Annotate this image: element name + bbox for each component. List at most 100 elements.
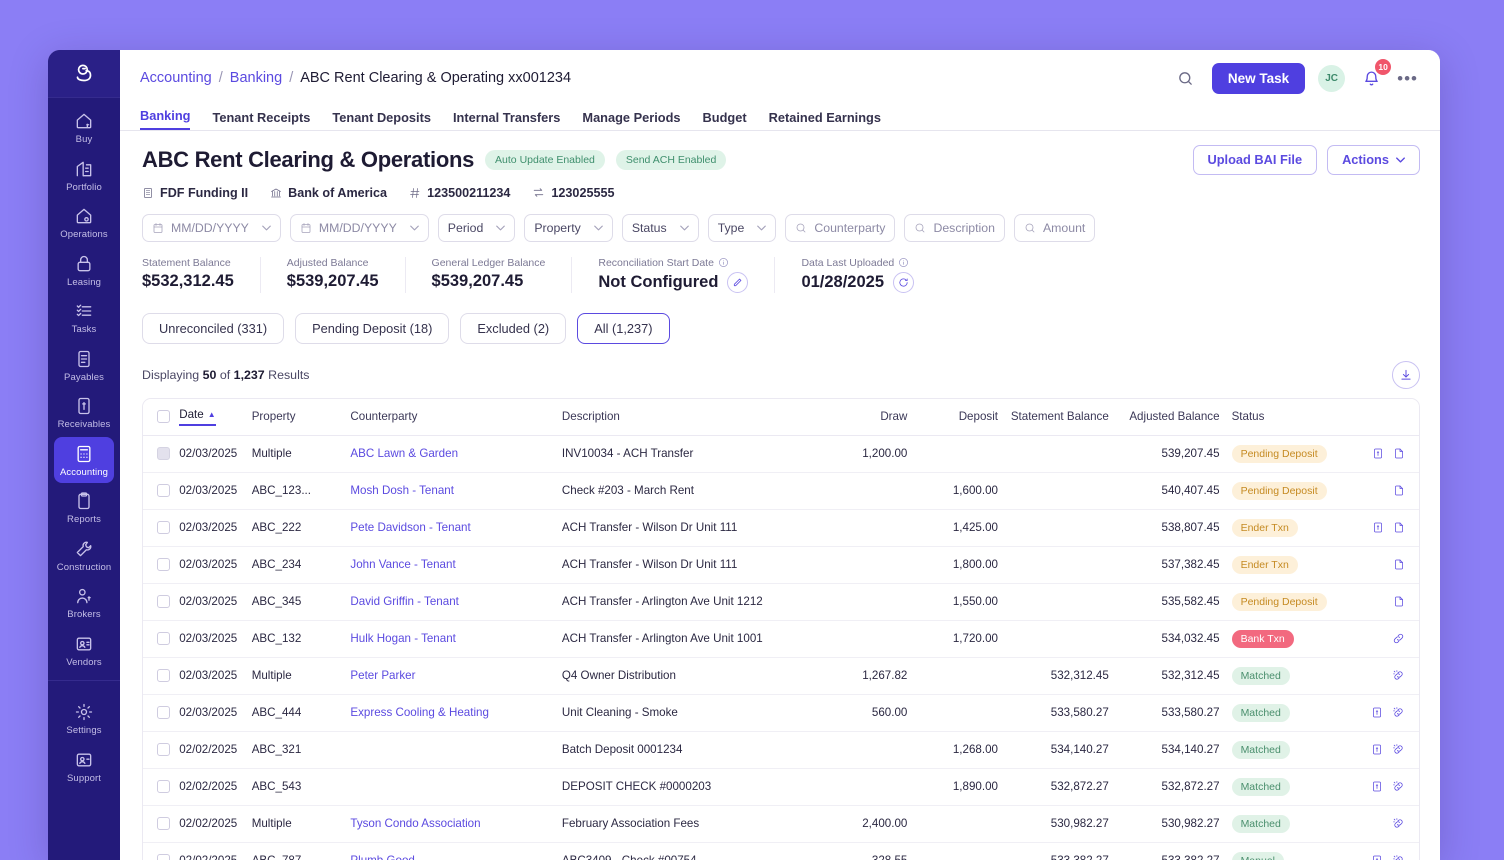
unlink-icon[interactable] (1392, 854, 1405, 860)
type-filter[interactable]: Type (708, 214, 777, 242)
amount-filter[interactable]: Amount (1014, 214, 1095, 242)
tab-tenant-receipts[interactable]: Tenant Receipts (212, 110, 310, 130)
bell-icon[interactable]: 10 (1358, 65, 1384, 91)
file-icon[interactable] (1393, 595, 1405, 608)
table-row[interactable]: 02/03/2025ABC_345David Griffin - TenantA… (143, 583, 1419, 620)
unlink-icon[interactable] (1392, 706, 1405, 719)
breadcrumb-item-1[interactable]: Banking (230, 70, 282, 86)
cell-counterparty[interactable]: Express Cooling & Heating (344, 694, 555, 731)
sidebar-item-accounting[interactable]: Accounting (54, 437, 114, 484)
row-checkbox[interactable] (157, 743, 170, 756)
column-status[interactable]: Status (1226, 399, 1349, 436)
sidebar-item-support[interactable]: Support (54, 743, 114, 790)
row-checkbox[interactable] (157, 669, 170, 682)
search-icon[interactable] (1173, 65, 1199, 91)
doc-dollar-icon[interactable] (1371, 780, 1383, 793)
cell-counterparty[interactable]: Plumb Good (344, 842, 555, 860)
cell-counterparty[interactable]: Mosh Dosh - Tenant (344, 472, 555, 509)
sidebar-item-buy[interactable]: Buy (54, 104, 114, 151)
property-filter[interactable]: Property (524, 214, 612, 242)
file-icon[interactable] (1393, 558, 1405, 571)
table-row[interactable]: 02/03/2025ABC_444Express Cooling & Heati… (143, 694, 1419, 731)
row-checkbox[interactable] (157, 558, 170, 571)
column-draw[interactable]: Draw (823, 399, 914, 436)
actions-button[interactable]: Actions (1327, 145, 1420, 175)
refresh-icon[interactable] (893, 272, 914, 293)
download-icon[interactable] (1392, 361, 1420, 389)
tab-budget[interactable]: Budget (703, 110, 747, 130)
tab-tenant-deposits[interactable]: Tenant Deposits (332, 110, 431, 130)
table-row[interactable]: 02/03/2025ABC_222Pete Davidson - TenantA… (143, 509, 1419, 546)
tab-banking[interactable]: Banking (140, 108, 190, 130)
table-row[interactable]: 02/03/2025MultiplePeter ParkerQ4 Owner D… (143, 657, 1419, 694)
unlink-icon[interactable] (1392, 743, 1405, 756)
file-icon[interactable] (1393, 484, 1405, 497)
file-icon[interactable] (1393, 521, 1405, 534)
sidebar-item-brokers[interactable]: Brokers (54, 579, 114, 626)
more-horizontal-icon[interactable]: ••• (1397, 70, 1418, 87)
app-logo[interactable] (48, 50, 120, 98)
select-all-checkbox[interactable] (157, 410, 170, 423)
row-checkbox[interactable] (157, 706, 170, 719)
avatar[interactable]: JC (1318, 65, 1345, 92)
edit-icon[interactable] (727, 272, 748, 293)
cell-counterparty[interactable]: Tyson Condo Association (344, 805, 555, 842)
date-from-filter[interactable]: MM/DD/YYYY (142, 214, 281, 242)
table-row[interactable]: 02/02/2025ABC_321Batch Deposit 00012341,… (143, 731, 1419, 768)
table-row[interactable]: 02/02/2025MultipleTyson Condo Associatio… (143, 805, 1419, 842)
unlink-icon[interactable] (1392, 780, 1405, 793)
status-tab-3[interactable]: All (1,237) (577, 313, 669, 344)
unlink-icon[interactable] (1392, 817, 1405, 830)
table-row[interactable]: 02/03/2025ABC_123...Mosh Dosh - TenantCh… (143, 472, 1419, 509)
column-statement-balance[interactable]: Statement Balance (1004, 399, 1115, 436)
sidebar-item-leasing[interactable]: Leasing (54, 247, 114, 294)
status-tab-0[interactable]: Unreconciled (331) (142, 313, 284, 344)
cell-counterparty[interactable]: John Vance - Tenant (344, 546, 555, 583)
table-row[interactable]: 02/02/2025ABC_787Plumb GoodABC3409 - Che… (143, 842, 1419, 860)
cell-counterparty[interactable]: David Griffin - Tenant (344, 583, 555, 620)
doc-dollar-icon[interactable] (1371, 743, 1383, 756)
sidebar-item-vendors[interactable]: Vendors (54, 627, 114, 674)
cell-counterparty[interactable]: Peter Parker (344, 657, 555, 694)
doc-dollar-icon[interactable] (1372, 447, 1384, 460)
date-to-filter[interactable]: MM/DD/YYYY (290, 214, 429, 242)
row-checkbox[interactable] (157, 595, 170, 608)
cell-counterparty[interactable]: Pete Davidson - Tenant (344, 509, 555, 546)
counterparty-filter[interactable]: Counterparty (785, 214, 895, 242)
sidebar-item-portfolio[interactable]: Portfolio (54, 152, 114, 199)
sidebar-item-operations[interactable]: Operations (54, 199, 114, 246)
doc-dollar-icon[interactable] (1371, 706, 1383, 719)
column-adjusted-balance[interactable]: Adjusted Balance (1115, 399, 1226, 436)
column-description[interactable]: Description (556, 399, 823, 436)
row-checkbox[interactable] (157, 780, 170, 793)
sidebar-item-tasks[interactable]: Tasks (54, 294, 114, 341)
cell-counterparty[interactable]: ABC Lawn & Garden (344, 435, 555, 472)
breadcrumb-item-0[interactable]: Accounting (140, 70, 212, 86)
row-checkbox[interactable] (157, 854, 170, 860)
table-row[interactable]: 02/03/2025ABC_132Hulk Hogan - TenantACH … (143, 620, 1419, 657)
info-icon[interactable] (718, 257, 729, 268)
link-icon[interactable] (1392, 632, 1405, 645)
file-icon[interactable] (1393, 447, 1405, 460)
unlink-icon[interactable] (1392, 669, 1405, 682)
row-checkbox[interactable] (157, 447, 170, 460)
table-row[interactable]: 02/03/2025MultipleABC Lawn & GardenINV10… (143, 435, 1419, 472)
info-icon[interactable] (898, 257, 909, 268)
column-counterparty[interactable]: Counterparty (344, 399, 555, 436)
tab-internal-transfers[interactable]: Internal Transfers (453, 110, 560, 130)
doc-dollar-icon[interactable] (1371, 854, 1383, 860)
sidebar-item-construction[interactable]: Construction (54, 532, 114, 579)
tab-retained-earnings[interactable]: Retained Earnings (769, 110, 881, 130)
upload-bai-file-button[interactable]: Upload BAI File (1193, 145, 1318, 175)
row-checkbox[interactable] (157, 484, 170, 497)
description-filter[interactable]: Description (904, 214, 1005, 242)
column-property[interactable]: Property (246, 399, 345, 436)
tab-manage-periods[interactable]: Manage Periods (582, 110, 680, 130)
status-filter[interactable]: Status (622, 214, 699, 242)
new-task-button[interactable]: New Task (1212, 63, 1305, 94)
table-row[interactable]: 02/02/2025ABC_543DEPOSIT CHECK #00002031… (143, 768, 1419, 805)
sidebar-item-payables[interactable]: Payables (54, 342, 114, 389)
column-deposit[interactable]: Deposit (913, 399, 1004, 436)
period-filter[interactable]: Period (438, 214, 516, 242)
status-tab-1[interactable]: Pending Deposit (18) (295, 313, 449, 344)
